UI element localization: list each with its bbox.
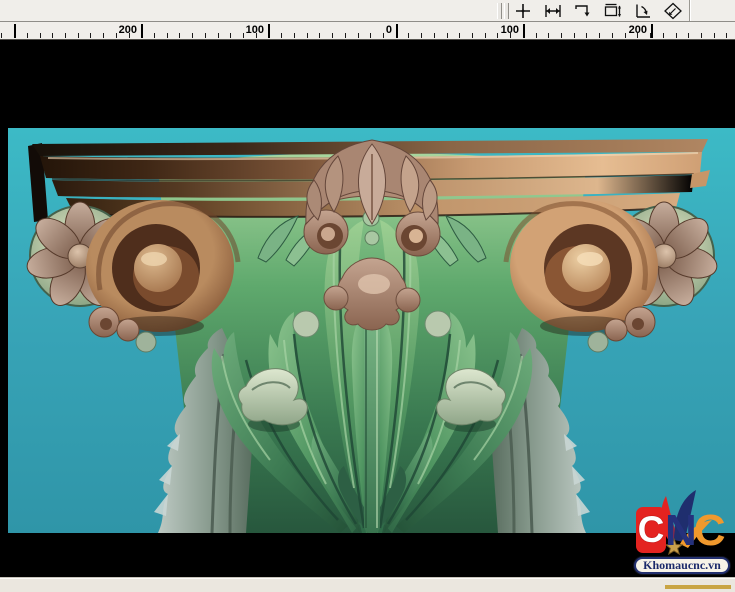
ruler-minor-tick <box>536 33 537 38</box>
rect-dimension-button[interactable] <box>602 2 624 21</box>
canvas-area <box>0 40 735 577</box>
ruler-minor-tick <box>472 33 473 38</box>
ruler-label: 100 <box>230 24 264 36</box>
ruler-minor-tick <box>1 33 2 38</box>
polyline-distance-icon <box>573 2 593 20</box>
ruler-minor-tick <box>434 33 435 38</box>
top-toolbar <box>0 0 735 22</box>
ruler-major-tick <box>651 24 653 38</box>
ruler-minor-tick <box>561 33 562 38</box>
crosshair-tool-button[interactable] <box>512 2 534 21</box>
ruler-minor-tick <box>459 33 460 38</box>
ruler-minor-tick <box>27 33 28 38</box>
ruler-minor-tick <box>205 33 206 38</box>
ruler-minor-tick <box>345 33 346 38</box>
ruler-minor-tick <box>192 33 193 38</box>
horizontal-distance-icon <box>543 2 563 20</box>
logo-letter-n: N <box>665 509 697 553</box>
model-viewport[interactable] <box>8 128 735 533</box>
watermark-logo: C N C Khomaucnc.vn <box>630 490 734 582</box>
ruler-minor-tick <box>167 33 168 38</box>
ruler-minor-tick <box>726 33 727 38</box>
ruler[interactable]: 200 100 0 100 200 <box>0 22 735 40</box>
logo-tagline-banner: Khomaucnc.vn <box>634 557 730 574</box>
ruler-minor-tick <box>599 33 600 38</box>
ruler-major-tick <box>396 24 398 38</box>
crosshair-icon <box>513 2 533 20</box>
angle-measure-button[interactable] <box>632 2 654 21</box>
logo-letter-c1: C <box>636 507 666 553</box>
measure-toolstrip <box>512 1 684 21</box>
ruler-minor-tick <box>332 33 333 38</box>
logo-letter-c2: C <box>694 509 726 553</box>
horizontal-distance-button[interactable] <box>542 2 564 21</box>
polyline-distance-button[interactable] <box>572 2 594 21</box>
toolbar-grip[interactable] <box>497 3 502 19</box>
ruler-minor-tick <box>40 33 41 38</box>
ruler-minor-tick <box>714 33 715 38</box>
ruler-minor-tick <box>307 33 308 38</box>
diamond-dimension-icon <box>663 2 683 20</box>
ruler-minor-tick <box>52 33 53 38</box>
diamond-dimension-button[interactable] <box>662 2 684 21</box>
ruler-major-tick <box>14 24 16 38</box>
toolbar-grip[interactable] <box>504 3 509 19</box>
ruler-label: 0 <box>358 24 392 36</box>
ruler-minor-tick <box>688 33 689 38</box>
ruler-minor-tick <box>179 33 180 38</box>
status-accent-bar <box>665 585 731 589</box>
ruler-minor-tick <box>548 33 549 38</box>
ruler-minor-tick <box>586 33 587 38</box>
ruler-minor-tick <box>281 33 282 38</box>
ruler-minor-tick <box>65 33 66 38</box>
ruler-minor-tick <box>574 33 575 38</box>
logo-tagline: Khomaucnc.vn <box>643 558 721 573</box>
ruler-minor-tick <box>218 33 219 38</box>
ruler-minor-tick <box>421 33 422 38</box>
ruler-minor-tick <box>294 33 295 38</box>
ruler-major-tick <box>523 24 525 38</box>
status-bar <box>0 577 735 592</box>
ruler-minor-tick <box>154 33 155 38</box>
ruler-minor-tick <box>701 33 702 38</box>
ruler-label: 200 <box>613 24 647 36</box>
logo-letters: C N C <box>636 507 726 553</box>
angle-measure-icon <box>633 2 653 20</box>
ruler-major-tick <box>268 24 270 38</box>
rect-dimension-icon <box>603 2 623 20</box>
ruler-major-tick <box>141 24 143 38</box>
toolbar-separator <box>689 0 690 21</box>
ruler-minor-tick <box>319 33 320 38</box>
ruler-label: 100 <box>485 24 519 36</box>
ruler-minor-tick <box>90 33 91 38</box>
ruler-minor-tick <box>447 33 448 38</box>
ruler-minor-tick <box>676 33 677 38</box>
ruler-minor-tick <box>78 33 79 38</box>
ruler-minor-tick <box>408 33 409 38</box>
ruler-minor-tick <box>663 33 664 38</box>
corinthian-capital-render <box>8 128 735 533</box>
ruler-label: 200 <box>103 24 137 36</box>
